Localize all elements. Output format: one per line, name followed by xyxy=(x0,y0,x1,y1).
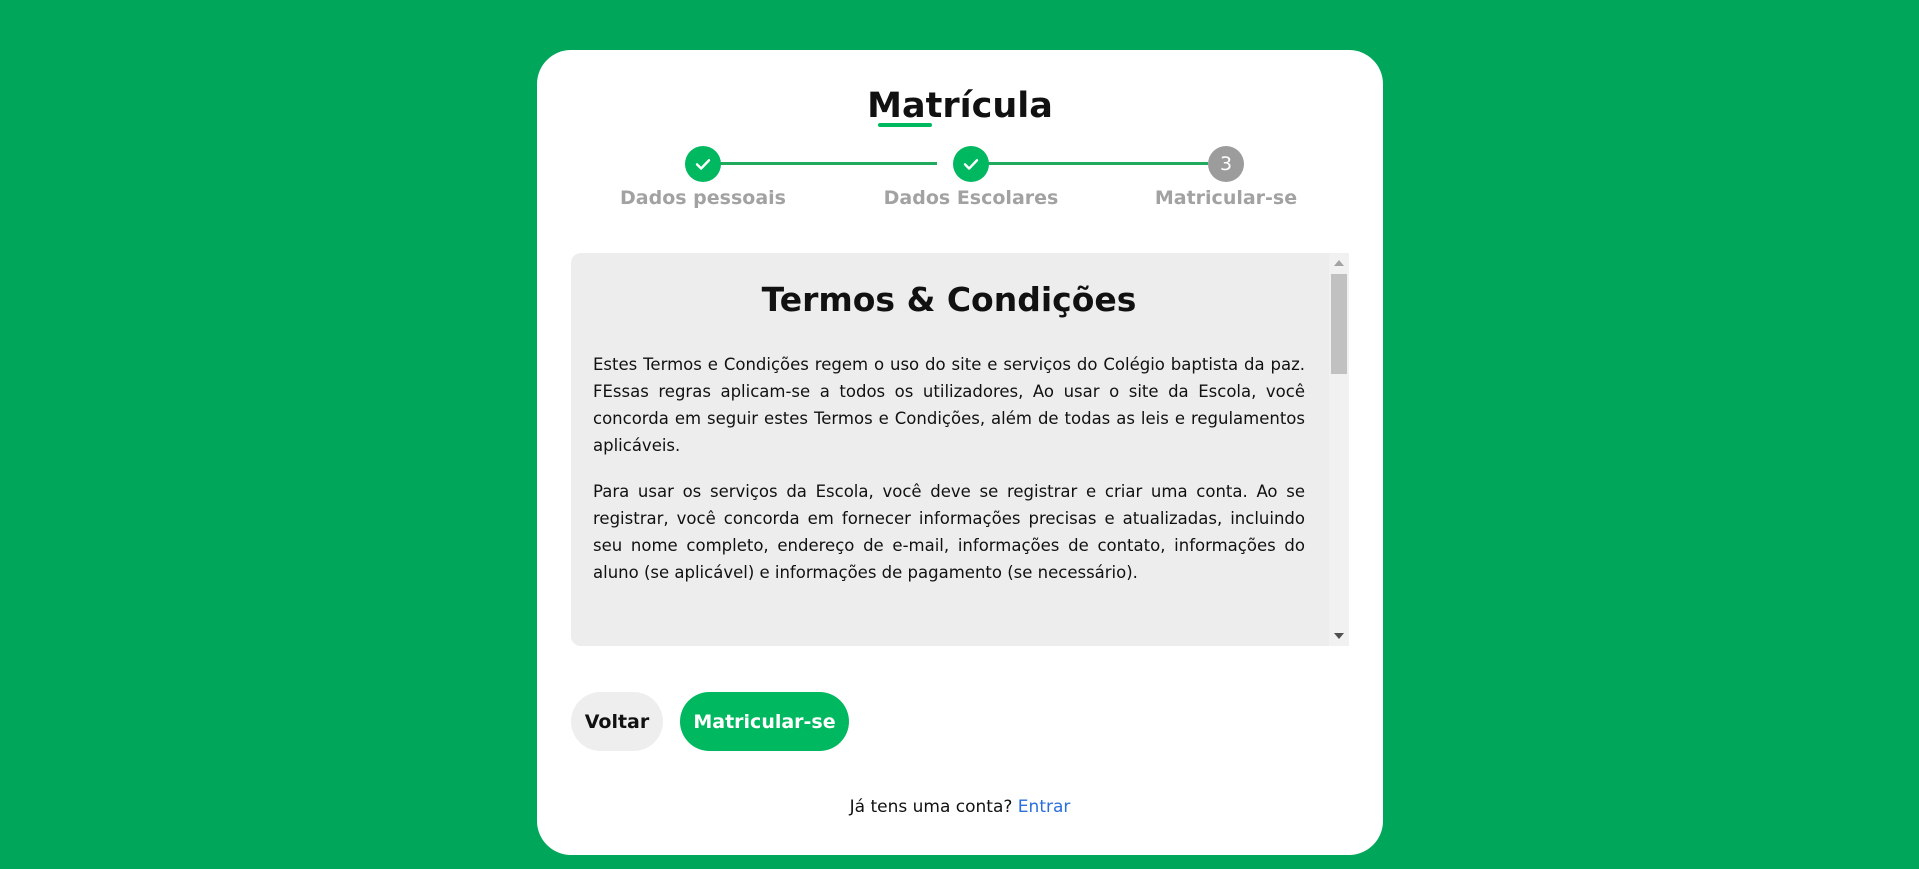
terms-scroll-box[interactable]: Termos & Condições Estes Termos e Condiç… xyxy=(571,253,1349,646)
terms-heading: Termos & Condições xyxy=(761,280,1137,319)
check-icon xyxy=(963,159,979,170)
login-link[interactable]: Entrar xyxy=(1018,797,1071,817)
terms-scrollbar[interactable] xyxy=(1329,253,1349,646)
step-1-label: Dados pessoais xyxy=(620,187,786,209)
terms-paragraph: Estes Termos e Condições regem o uso do … xyxy=(593,355,1305,455)
enroll-button[interactable]: Matricular-se xyxy=(680,692,849,751)
terms-content: Termos & Condições Estes Termos e Condiç… xyxy=(593,279,1305,605)
step-3-indicator: 3 xyxy=(1208,146,1244,182)
enrollment-card: Matrícula 3 Dados pessoais Dados Escolar… xyxy=(537,50,1383,855)
step-2-label: Dados Escolares xyxy=(883,187,1059,209)
stepper-connector-2 xyxy=(971,162,1208,165)
step-3-label: Matricular-se xyxy=(1154,187,1298,209)
scroll-down-arrow-icon[interactable] xyxy=(1334,633,1344,639)
title-underline xyxy=(878,123,932,127)
scroll-up-arrow-icon[interactable] xyxy=(1334,260,1344,266)
terms-paragraph: Para usar os serviços da Escola, você de… xyxy=(593,482,1305,582)
back-button[interactable]: Voltar xyxy=(571,692,663,751)
page-title: Matrícula xyxy=(867,86,1053,126)
scrollbar-thumb[interactable] xyxy=(1331,274,1347,374)
check-icon xyxy=(695,159,711,170)
step-1-indicator xyxy=(685,146,721,182)
step-2-indicator xyxy=(953,146,989,182)
login-prompt: Já tens uma conta? Entrar xyxy=(537,797,1383,817)
login-question: Já tens uma conta? xyxy=(849,797,1013,817)
stepper-connector-1 xyxy=(703,162,937,165)
